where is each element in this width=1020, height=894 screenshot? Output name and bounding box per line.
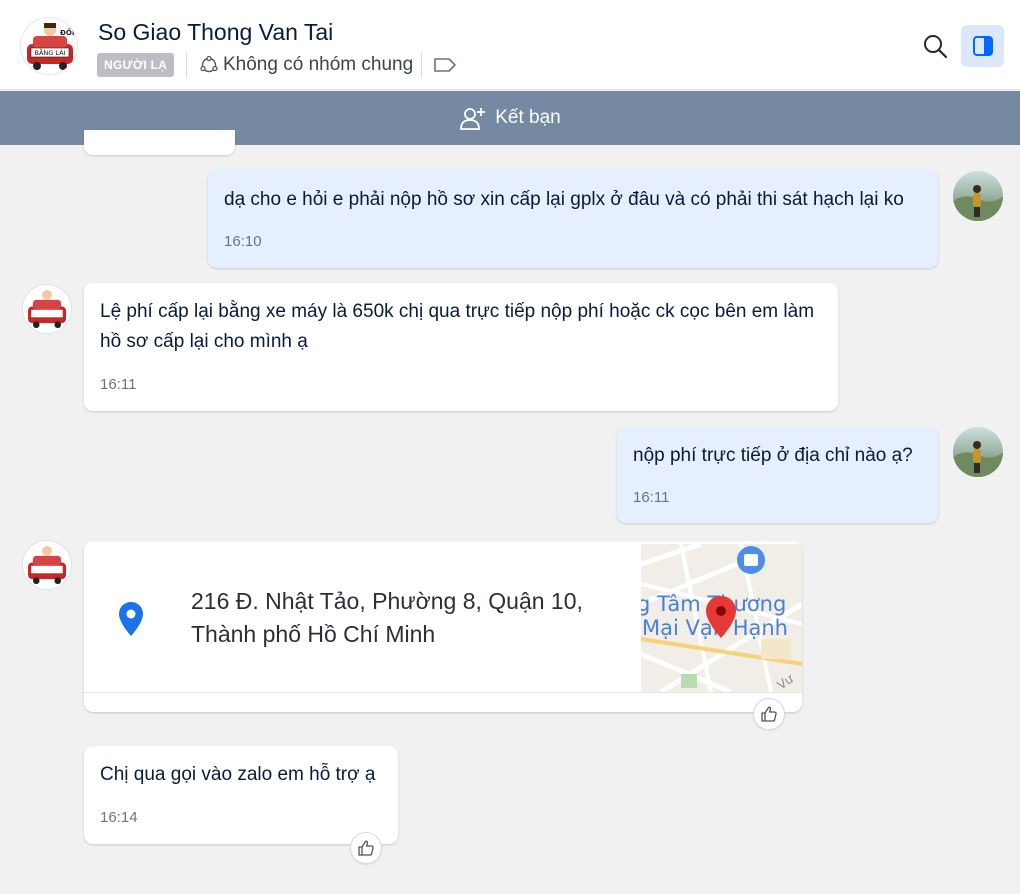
message-text: dạ cho e hỏi e phải nộp hồ sơ xin cấp lạ… <box>224 189 904 210</box>
sidebar-toggle-button[interactable] <box>961 25 1004 67</box>
message-bubble-partial <box>84 130 235 155</box>
header-divider <box>186 52 187 78</box>
message-time: 16:10 <box>224 233 262 250</box>
add-user-icon <box>460 108 486 130</box>
message-bubble-sent[interactable]: nộp phí trực tiếp ở địa chỉ nào ạ? 16:11 <box>617 427 938 523</box>
add-friend-label: Kết bạn <box>495 107 561 128</box>
message-bubble-sent[interactable]: dạ cho e hỏi e phải nộp hồ sơ xin cấp lạ… <box>208 170 938 268</box>
contact-avatar[interactable]: ĐỔI BẰNG LÁI <box>20 17 78 75</box>
message-time: 16:14 <box>100 809 138 826</box>
location-message-card[interactable]: 216 Đ. Nhật Tảo, Phường 8, Quận 10, Thàn… <box>84 541 802 712</box>
location-map-thumbnail[interactable]: g Tâm Thương Mại Vạn Hạnh Vư <box>641 544 802 692</box>
mutual-groups-label: Không có nhóm chung <box>223 54 414 75</box>
tag-icon[interactable] <box>433 55 457 75</box>
message-time: 16:11 <box>633 489 670 506</box>
thumbs-up-icon <box>761 706 777 722</box>
contact-name[interactable]: So Giao Thong Van Tai <box>98 19 333 46</box>
message-text: Chị qua gọi vào zalo em hỗ trợ ạ <box>100 764 376 785</box>
mutual-groups[interactable]: Không có nhóm chung <box>199 52 413 78</box>
groups-icon <box>200 55 218 73</box>
location-pin-icon <box>119 602 143 636</box>
chat-header: ĐỔI BẰNG LÁI So Giao Thong Van Tai NGƯỜI… <box>0 0 1020 90</box>
my-avatar[interactable] <box>953 427 1003 477</box>
contact-avatar-small[interactable] <box>22 540 72 590</box>
message-bubble-received[interactable]: Chị qua gọi vào zalo em hỗ trợ ạ 16:14 <box>84 746 398 844</box>
my-avatar[interactable] <box>953 171 1003 221</box>
location-address-line2: Thành phố Hồ Chí Minh <box>191 621 436 647</box>
thumbs-up-icon <box>358 840 374 856</box>
reaction-button[interactable] <box>753 698 785 730</box>
message-text: Lệ phí cấp lại bằng xe máy là 650k chị q… <box>100 301 815 352</box>
location-address: 216 Đ. Nhật Tảo, Phường 8, Quận 10, Thàn… <box>191 585 631 651</box>
reaction-button[interactable] <box>350 832 382 864</box>
contact-avatar-small[interactable] <box>22 284 72 334</box>
location-address-line1: 216 Đ. Nhật Tảo, Phường 8, Quận 10, <box>191 588 583 614</box>
message-bubble-received[interactable]: Lệ phí cấp lại bằng xe máy là 650k chị q… <box>84 283 838 411</box>
stranger-badge: NGƯỜI LẠ <box>97 53 175 77</box>
avatar-text-top: ĐỔI <box>60 27 74 37</box>
avatar-text-bottom: BẰNG LÁI <box>34 47 65 57</box>
message-time: 16:11 <box>100 376 137 393</box>
header-divider <box>421 52 422 78</box>
search-icon[interactable] <box>921 32 949 60</box>
sidebar-toggle-icon <box>972 36 993 56</box>
message-text: nộp phí trực tiếp ở địa chỉ nào ạ? <box>633 445 913 466</box>
location-card-divider <box>84 692 802 693</box>
